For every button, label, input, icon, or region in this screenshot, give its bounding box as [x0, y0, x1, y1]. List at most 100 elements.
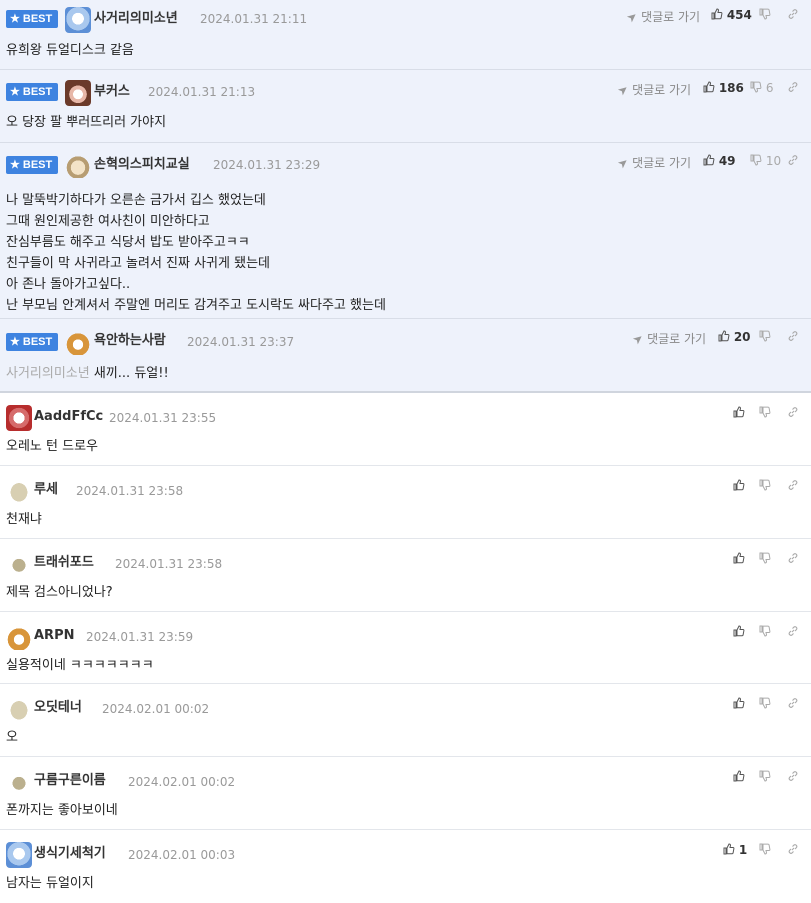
downvote-button[interactable]: [759, 843, 771, 857]
avatar[interactable]: [65, 152, 91, 178]
send-arrow-icon: ➤: [629, 330, 647, 348]
go-to-comment-link[interactable]: ➤댓글로 가기: [623, 8, 700, 26]
comment-date: 2024.01.31 23:58: [115, 557, 223, 571]
comment-author[interactable]: 오딧테너: [34, 689, 82, 727]
share-link-button[interactable]: [787, 154, 799, 168]
star-icon: ★: [10, 336, 20, 348]
avatar[interactable]: [65, 329, 91, 355]
downvote-button[interactable]: [759, 697, 771, 711]
comment-author[interactable]: 사거리의미소년: [94, 0, 178, 38]
upvote-button[interactable]: 454: [711, 8, 752, 22]
upvote-button[interactable]: [733, 552, 745, 566]
send-arrow-icon: ➤: [623, 8, 641, 26]
best-badge: ★ BEST: [6, 10, 59, 28]
downvote-button[interactable]: [759, 770, 771, 784]
downvote-button[interactable]: [759, 479, 771, 493]
share-link-button[interactable]: [787, 81, 799, 95]
avatar[interactable]: [65, 7, 91, 33]
comment-author[interactable]: AaddFfCc: [34, 398, 103, 436]
link-icon: [787, 406, 799, 418]
share-link-button[interactable]: [787, 406, 799, 420]
star-icon: ★: [10, 13, 20, 25]
upvote-button[interactable]: [733, 406, 745, 420]
downvote-button[interactable]: [759, 552, 771, 566]
upvote-button[interactable]: [733, 625, 745, 639]
avatar[interactable]: [6, 696, 32, 722]
link-icon: [787, 697, 799, 709]
comment-date: 2024.01.31 21:13: [148, 85, 256, 99]
star-icon: ★: [10, 159, 20, 171]
link-icon: [787, 81, 799, 93]
thumbs-up-icon: [733, 770, 745, 782]
avatar[interactable]: [6, 769, 32, 795]
share-link-button[interactable]: [787, 479, 799, 493]
comment-author[interactable]: 생식기세척기: [34, 835, 106, 873]
thumbs-down-icon: [750, 81, 762, 93]
comment-item: 구름구른이름 2024.02.01 00:02 폰까지는 좋아보이네: [0, 757, 811, 830]
thumbs-down-icon: [759, 552, 771, 564]
go-to-comment-link[interactable]: ➤댓글로 가기: [614, 154, 691, 172]
comment-author[interactable]: 트래쉬포드: [34, 544, 94, 582]
downvote-button[interactable]: [759, 406, 771, 420]
share-link-button[interactable]: [787, 625, 799, 639]
star-icon: ★: [10, 86, 20, 98]
best-badge: ★ BEST: [6, 83, 59, 101]
comment-item: ★ BEST 부커스 2024.01.31 21:13 ➤댓글로 가기 186 6…: [0, 70, 811, 143]
go-to-comment-link[interactable]: ➤댓글로 가기: [615, 81, 691, 98]
link-icon: [787, 154, 799, 166]
share-link-button[interactable]: [787, 552, 799, 566]
avatar[interactable]: [6, 551, 32, 577]
downvote-button[interactable]: 10: [750, 154, 781, 168]
best-badge: ★ BEST: [6, 333, 59, 351]
downvote-button[interactable]: 6: [750, 81, 773, 95]
link-icon: [787, 330, 799, 342]
avatar[interactable]: [6, 842, 32, 868]
mention[interactable]: 사거리의미소년: [6, 366, 90, 381]
avatar[interactable]: [65, 80, 91, 106]
downvote-button[interactable]: [759, 330, 771, 344]
comment-item: ★ BEST 욕안하는사람 2024.01.31 23:37 ➤댓글로 가기 20…: [0, 319, 811, 393]
thumbs-down-icon: [759, 479, 771, 491]
share-link-button[interactable]: [787, 843, 799, 857]
comment-date: 2024.01.31 23:59: [86, 630, 194, 644]
comment-author[interactable]: 루세: [34, 471, 58, 509]
comment-item: ★ BEST 손혁의스피치교실 2024.01.31 23:29 ➤댓글로 가기 …: [0, 143, 811, 319]
comment-item: 오딧테너 2024.02.01 00:02 오: [0, 684, 811, 757]
share-link-button[interactable]: [787, 330, 799, 344]
comment-item: 루세 2024.01.31 23:58 천재냐: [0, 466, 811, 539]
comment-item: 생식기세척기 2024.02.01 00:03 1 남자는 듀얼이지: [0, 830, 811, 902]
comment-author[interactable]: 손혁의스피치교실: [94, 146, 190, 184]
avatar[interactable]: [6, 624, 32, 650]
share-link-button[interactable]: [787, 697, 799, 711]
thumbs-up-icon: [723, 843, 735, 855]
downvote-button[interactable]: [759, 8, 771, 22]
upvote-button[interactable]: 1: [723, 843, 747, 857]
comment-date: 2024.01.31 21:11: [200, 12, 308, 26]
best-badge: ★ BEST: [6, 156, 59, 174]
avatar[interactable]: [6, 405, 32, 431]
share-link-button[interactable]: [787, 770, 799, 784]
upvote-button[interactable]: [733, 770, 745, 784]
comment-author[interactable]: ARPN: [34, 617, 74, 655]
comment-date: 2024.02.01 00:03: [128, 848, 236, 862]
comment-author[interactable]: 욕안하는사람: [94, 322, 166, 360]
upvote-button[interactable]: [733, 479, 745, 493]
upvote-button[interactable]: [733, 697, 745, 711]
comment-author[interactable]: 부커스: [94, 73, 130, 111]
comment-date: 2024.01.31 23:55: [109, 411, 217, 425]
share-link-button[interactable]: [787, 8, 799, 22]
upvote-button[interactable]: 186: [703, 81, 744, 95]
downvote-button[interactable]: [759, 625, 771, 639]
comment-date: 2024.01.31 23:37: [187, 335, 295, 349]
link-icon: [787, 479, 799, 491]
comment-author[interactable]: 구름구른이름: [34, 762, 106, 800]
avatar[interactable]: [6, 478, 32, 504]
thumbs-down-icon: [759, 330, 771, 342]
link-icon: [787, 770, 799, 782]
go-to-comment-link[interactable]: ➤댓글로 가기: [629, 330, 706, 348]
send-arrow-icon: ➤: [614, 154, 632, 172]
thumbs-down-icon: [759, 697, 771, 709]
upvote-button[interactable]: 49: [703, 154, 736, 168]
upvote-button[interactable]: 20: [718, 330, 751, 344]
comment-list: ★ BEST 사거리의미소년 2024.01.31 21:11 ➤댓글로 가기 4…: [0, 0, 811, 902]
